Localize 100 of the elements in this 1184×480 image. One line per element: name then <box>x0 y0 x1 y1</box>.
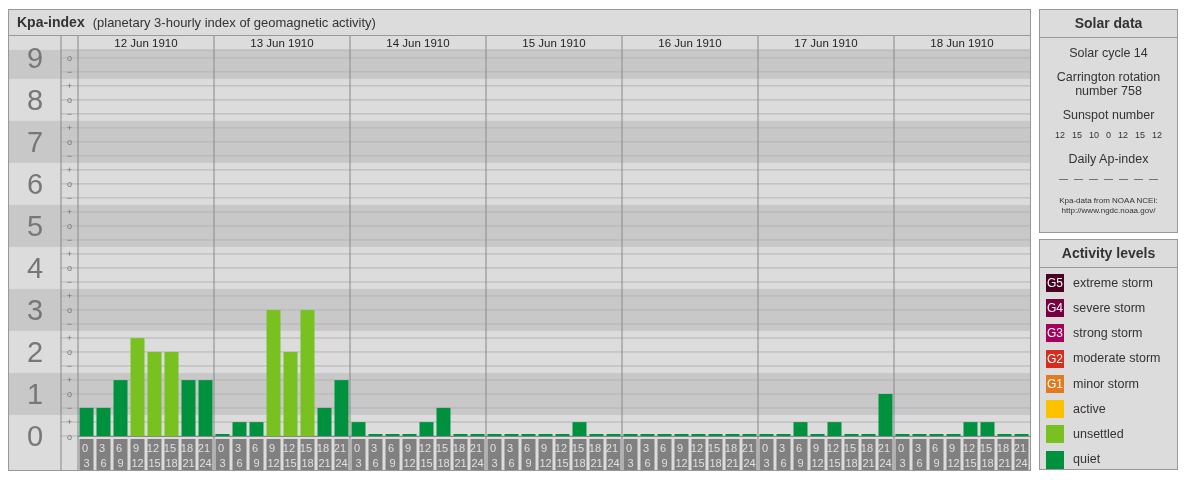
level-badge: G5 <box>1046 273 1064 292</box>
chart-title: Kpa-index <box>17 13 85 32</box>
x-tick-label: 0 3 <box>897 442 906 469</box>
date-label: 15 Jun 1910 <box>522 37 586 49</box>
scale-mark: − <box>66 403 73 414</box>
x-tick-label: 3 6 <box>642 442 651 469</box>
scale-mark: + <box>66 333 73 344</box>
x-tick-label: 3 6 <box>778 442 787 469</box>
date-label: 13 Jun 1910 <box>250 37 314 49</box>
ap-index-value: — <box>1134 173 1143 186</box>
y-axis-label: 8 <box>26 83 44 116</box>
x-tick-label: 3 6 <box>506 442 515 469</box>
x-tick-label: 3 6 <box>98 442 107 469</box>
sunspot-label: Sunspot number <box>1062 108 1155 122</box>
x-tick-label: 6 9 <box>115 442 124 469</box>
x-tick-label: 6 9 <box>795 442 804 469</box>
ap-index-label: Daily Ap-index <box>1068 152 1149 166</box>
level-label: moderate storm <box>1073 350 1161 368</box>
scale-mark: − <box>66 193 73 204</box>
scale-mark: o <box>67 347 72 358</box>
y-axis-label: 5 <box>26 209 44 242</box>
x-tick-label: 6 9 <box>931 442 940 469</box>
y-axis-label: 0 <box>26 420 44 452</box>
scale-mark: o <box>67 389 72 400</box>
carrington-rotation: Carrington rotation number 758 <box>1055 70 1162 98</box>
level-label: active <box>1073 400 1106 418</box>
x-tick-label: 0 3 <box>625 442 634 469</box>
ap-index-value: — <box>1104 173 1113 186</box>
level-badge: G1 <box>1046 374 1064 393</box>
scale-mark: − <box>66 67 73 78</box>
panel-title: Solar data <box>1040 10 1177 38</box>
ap-index-value: — <box>1149 173 1158 186</box>
scale-mark: + <box>66 165 73 176</box>
level-badge: G3 <box>1046 324 1064 343</box>
y-axis-label: 1 <box>26 378 44 410</box>
date-label: 12 Jun 1910 <box>114 37 178 49</box>
sunspot-value: 15 <box>1135 129 1146 142</box>
scale-mark: − <box>66 109 73 120</box>
scale-mark: + <box>66 81 73 92</box>
scale-mark: + <box>66 417 73 428</box>
scale-mark: o <box>67 179 72 190</box>
x-tick-label: 3 6 <box>914 442 923 469</box>
sunspot-value: 15 <box>1071 129 1082 142</box>
source-url: http://www.ngdc.noaa.gov/ <box>1061 206 1156 216</box>
level-badge: G2 <box>1046 349 1064 368</box>
date-label: 16 Jun 1910 <box>658 37 722 49</box>
level-label: extreme storm <box>1073 274 1153 292</box>
x-tick-label: 6 9 <box>251 442 260 469</box>
ap-index-value: — <box>1119 173 1128 186</box>
chart-subtitle: (planetary 3-hourly index of geomagnetic activity) <box>92 13 376 32</box>
scale-mark: o <box>67 53 72 64</box>
ap-index-value: — <box>1089 173 1098 186</box>
sunspot-value: 12 <box>1152 129 1163 142</box>
scale-mark: o <box>67 221 72 232</box>
level-label: quiet <box>1073 451 1101 469</box>
date-label: 14 Jun 1910 <box>386 37 450 49</box>
sunspot-value: 0 <box>1106 129 1111 142</box>
scale-mark: o <box>67 263 72 274</box>
scale-mark: o <box>67 305 72 316</box>
x-tick-label: 6 9 <box>387 442 396 469</box>
scale-mark: − <box>66 361 73 372</box>
sunspot-value: 12 <box>1118 129 1128 142</box>
scale-mark: + <box>66 123 73 134</box>
scale-mark: − <box>66 151 73 162</box>
date-label: 17 Jun 1910 <box>794 37 858 49</box>
level-label: minor storm <box>1073 375 1139 393</box>
scale-mark: + <box>66 375 73 386</box>
scale-mark: + <box>66 207 73 218</box>
level-badge: G4 <box>1046 299 1064 318</box>
solar-cycle: Solar cycle 14 <box>1069 46 1148 60</box>
scale-mark: − <box>66 277 73 288</box>
scale-mark: + <box>66 249 73 260</box>
y-axis-label: 3 <box>26 293 44 326</box>
y-axis-label: 2 <box>26 335 44 368</box>
x-tick-label: 0 3 <box>217 442 226 469</box>
x-tick-label: 0 3 <box>353 442 362 469</box>
sunspot-value: 12 <box>1054 129 1065 142</box>
x-tick-label: 0 3 <box>81 442 90 469</box>
y-axis-label: 9 <box>26 41 44 74</box>
level-label: severe storm <box>1073 299 1146 317</box>
y-axis-label: 7 <box>26 125 44 158</box>
y-axis-label: 4 <box>26 251 44 284</box>
x-tick-label: 0 3 <box>489 442 498 469</box>
ap-index-value: — <box>1074 173 1083 186</box>
x-tick-label: 6 9 <box>523 442 532 469</box>
x-tick-label: 6 9 <box>659 442 668 469</box>
scale-mark: − <box>66 319 73 330</box>
source-note: Kpa-data from NOAA NCEI: <box>1059 196 1158 206</box>
panel-title: Activity levels <box>1040 240 1177 268</box>
scale-mark: o <box>67 137 72 148</box>
sunspot-value: 10 <box>1088 129 1099 142</box>
x-tick-label: 0 3 <box>761 442 770 469</box>
scale-mark: + <box>66 291 73 302</box>
x-tick-label: 3 6 <box>234 442 243 469</box>
scale-mark: o <box>67 431 72 442</box>
scale-mark: − <box>66 235 73 246</box>
x-tick-label: 3 6 <box>370 442 379 469</box>
y-axis-label: 6 <box>26 167 44 200</box>
level-label: unsettled <box>1073 426 1124 443</box>
level-label: strong storm <box>1073 325 1143 342</box>
